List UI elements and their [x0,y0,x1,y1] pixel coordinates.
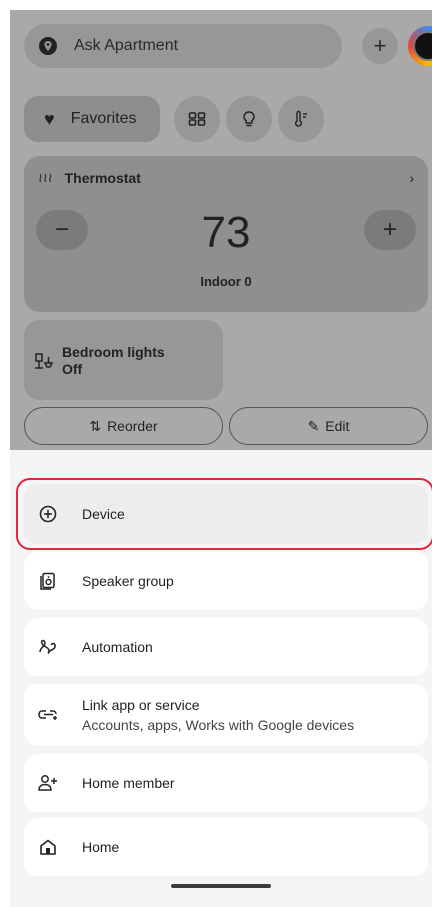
sheet-item-label: Link app or service [82,697,200,713]
sheet-item-label: Automation [82,639,153,655]
add-button[interactable]: + [362,28,398,64]
dimmed-background: Ask Apartment + ♥ Favorites ≀≀≀ Thermost… [10,10,432,450]
pin-icon [39,37,57,55]
favorites-chip[interactable]: ♥ Favorites [24,96,160,142]
lights-chip[interactable] [226,96,272,142]
pencil-icon: ✎ [307,417,320,434]
favorites-label: Favorites [70,110,137,127]
edit-label: Edit [325,418,350,434]
app-frame: Ask Apartment + ♥ Favorites ≀≀≀ Thermost… [10,10,432,907]
lightbulb-icon [243,111,255,127]
avatar[interactable] [408,26,432,66]
edit-button[interactable]: ✎ Edit [229,407,428,445]
heat-icon: ≀≀≀ [38,170,53,185]
top-bar: Ask Apartment + [24,24,432,68]
sheet-item-speaker-group[interactable]: Speaker group [24,552,428,610]
sheet-item-home-member[interactable]: Home member [24,754,428,812]
heart-icon: ♥ [44,108,55,129]
grid-icon [188,112,206,126]
reorder-button[interactable]: ⇅ Reorder [24,407,223,445]
thermostat-card[interactable]: ≀≀≀ Thermostat › − 73 + Indoor 0 [24,156,428,312]
sheet-item-home[interactable]: Home [24,818,428,876]
sheet-item-automation[interactable]: Automation [24,618,428,676]
ask-apartment-label: Ask Apartment [74,37,179,54]
sheet-item-label: Home member [82,775,175,791]
automation-icon [39,639,56,655]
sheet-item-link-app[interactable]: Link app or service Accounts, apps, Work… [24,684,428,746]
person-add-icon [38,775,57,791]
bedroom-lights-title: Bedroom lights [62,344,165,360]
left-edge [0,0,10,907]
link-icon [38,710,57,720]
sheet-item-label: Home [82,839,120,855]
thermostat-header: ≀≀≀ Thermostat [38,170,141,186]
climate-chip[interactable] [278,96,324,142]
reorder-icon: ⇅ [89,417,102,434]
ask-apartment-button[interactable]: Ask Apartment [24,24,342,68]
avatar-image [413,31,432,61]
add-bottom-sheet: Device Speaker group Automation Link app… [10,450,432,907]
reorder-label: Reorder [107,418,158,434]
chevron-right-icon[interactable]: › [409,170,414,186]
increase-temperature-button[interactable]: + [364,210,416,250]
selection-highlight [16,478,432,550]
speaker-icon [40,572,55,590]
bedroom-lights-card[interactable]: Bedroom lights Off [24,320,223,400]
link-app-text: Link app or service Accounts, apps, Work… [82,697,354,733]
indoor-reading: Indoor 0 [200,274,252,289]
gesture-bar [171,884,271,888]
grid-chip[interactable] [174,96,220,142]
lamp-icon [35,353,54,369]
category-chips: ♥ Favorites [24,96,432,142]
thermostat-title: Thermostat [64,170,141,186]
thermometer-icon [294,110,307,127]
home-icon [40,839,56,855]
sheet-item-sublabel: Accounts, apps, Works with Google device… [82,717,355,733]
bedroom-lights-status: Off [62,361,83,377]
sheet-item-label: Speaker group [82,573,174,589]
